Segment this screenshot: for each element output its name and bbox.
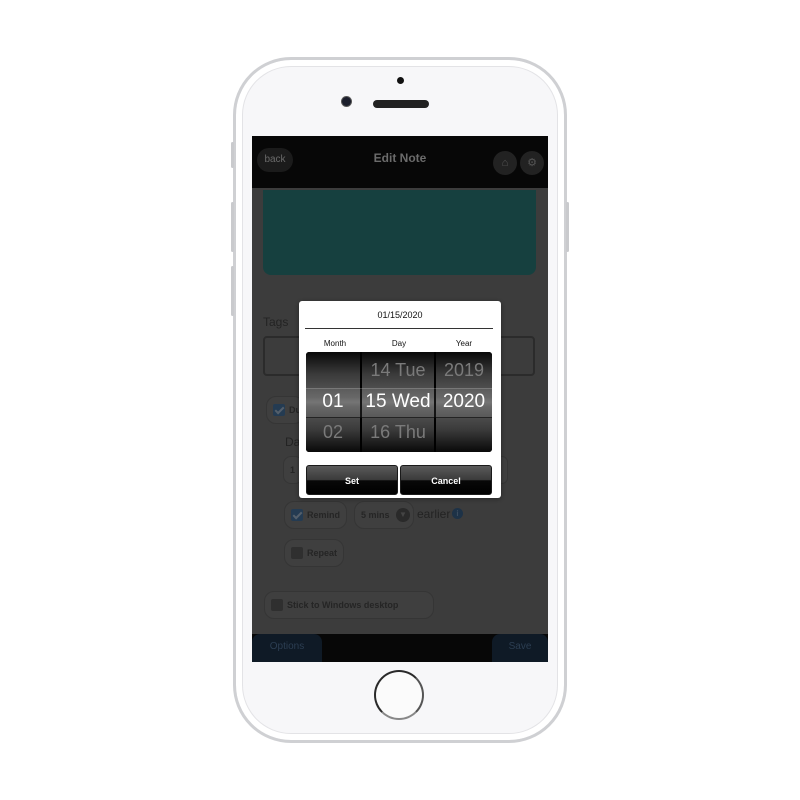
year-column-label: Year — [455, 339, 473, 348]
month-selected: 01 — [322, 391, 344, 412]
date-picker-dialog: 01/15/2020 Month Day Year 01 02 14 Tue 1… — [299, 301, 501, 498]
remind-label: Remind — [307, 510, 341, 520]
home-button[interactable] — [374, 670, 424, 720]
save-button[interactable]: Save — [492, 634, 548, 662]
earlier-text: earlier — [417, 507, 451, 521]
top-bar: back Edit Note ⌂ ⚙ — [252, 136, 548, 188]
proximity-sensor — [397, 77, 404, 84]
options-button[interactable]: Options — [252, 634, 322, 662]
checkbox-unchecked-icon — [291, 546, 303, 559]
home-icon[interactable]: ⌂ — [493, 151, 517, 175]
stick-label: Stick to Windows desktop — [287, 600, 399, 610]
cancel-button[interactable]: Cancel — [400, 465, 492, 495]
month-wheel[interactable]: 01 02 — [306, 352, 360, 452]
date-value: 1 — [290, 465, 296, 475]
chevron-down-icon: ▼ — [396, 508, 410, 522]
day-prev: 14 Tue — [370, 360, 426, 380]
remind-checkbox[interactable]: Remind — [284, 501, 347, 529]
checkbox-checked-icon — [273, 403, 285, 416]
day-column-label: Day — [391, 339, 407, 348]
day-next: 16 Thu — [370, 422, 426, 442]
note-color-area[interactable] — [263, 190, 536, 275]
repeat-label: Repeat — [307, 548, 338, 558]
power-button — [566, 202, 569, 252]
volume-up-button — [231, 202, 234, 252]
info-icon[interactable]: i — [452, 508, 463, 519]
year-selected: 2020 — [442, 391, 486, 412]
date-wheels: 01 02 14 Tue 15 Wed 16 Thu 2019 2020 — [306, 352, 492, 452]
divider — [305, 328, 493, 329]
tags-label: Tags — [263, 315, 289, 329]
month-next: 02 — [322, 422, 344, 442]
gear-icon[interactable]: ⚙ — [520, 151, 544, 175]
checkbox-unchecked-icon — [271, 598, 283, 611]
volume-down-button — [231, 266, 234, 316]
month-column-label: Month — [323, 339, 347, 348]
mute-switch — [231, 142, 234, 168]
stick-to-desktop-checkbox[interactable]: Stick to Windows desktop — [264, 591, 434, 619]
set-button[interactable]: Set — [306, 465, 398, 495]
bottom-bar: Options Save — [252, 634, 548, 662]
picker-title: 01/15/2020 — [377, 310, 423, 320]
year-wheel[interactable]: 2019 2020 — [436, 352, 492, 452]
day-selected: 15 Wed — [365, 391, 431, 412]
repeat-checkbox[interactable]: Repeat — [284, 539, 344, 567]
front-camera-icon — [342, 97, 351, 106]
earpiece-speaker — [373, 100, 429, 108]
remind-time-value: 5 mins — [361, 510, 390, 520]
checkbox-checked-icon — [291, 508, 303, 521]
year-prev: 2019 — [443, 360, 485, 380]
day-wheel[interactable]: 14 Tue 15 Wed 16 Thu — [362, 352, 434, 452]
remind-time-select[interactable]: 5 mins ▼ — [354, 501, 414, 529]
